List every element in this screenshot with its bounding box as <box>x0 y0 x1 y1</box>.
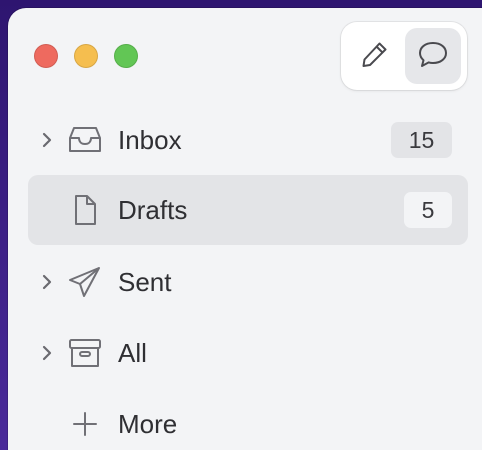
unread-count-badge: 15 <box>391 122 452 158</box>
inbox-tray-icon <box>66 122 104 158</box>
chat-button[interactable] <box>405 28 461 84</box>
mail-window: Inbox 15 Drafts 5 Sent All More <box>8 8 482 450</box>
plus-icon <box>66 406 104 442</box>
sidebar-item-label: Sent <box>118 267 172 297</box>
paper-plane-icon <box>66 264 104 300</box>
toolbar-button-group <box>341 22 467 90</box>
sidebar-item-label: More <box>118 409 178 439</box>
chevron-right-icon[interactable] <box>40 272 54 292</box>
desktop-background: Inbox 15 Drafts 5 Sent All More <box>0 0 482 450</box>
sidebar-item-drafts[interactable]: Drafts 5 <box>28 175 468 245</box>
draft-count-badge: 5 <box>404 192 452 228</box>
compose-button[interactable] <box>347 28 403 84</box>
chevron-right-icon[interactable] <box>40 343 54 363</box>
close-window-button[interactable] <box>34 44 58 68</box>
sidebar-item-all[interactable]: All <box>28 318 468 388</box>
minimize-window-button[interactable] <box>74 44 98 68</box>
maximize-window-button[interactable] <box>114 44 138 68</box>
sidebar-item-sent[interactable]: Sent <box>28 247 468 317</box>
speech-bubble-icon <box>416 38 450 75</box>
chevron-right-icon[interactable] <box>40 130 54 150</box>
archive-box-icon <box>66 335 104 371</box>
sidebar-item-inbox[interactable]: Inbox 15 <box>28 105 468 175</box>
sidebar-item-label: Drafts <box>118 195 188 225</box>
pencil-icon <box>359 38 391 75</box>
sidebar-item-more[interactable]: More <box>28 389 468 450</box>
sidebar-item-label: Inbox <box>118 125 182 155</box>
document-icon <box>66 192 104 228</box>
sidebar-item-label: All <box>118 338 147 368</box>
